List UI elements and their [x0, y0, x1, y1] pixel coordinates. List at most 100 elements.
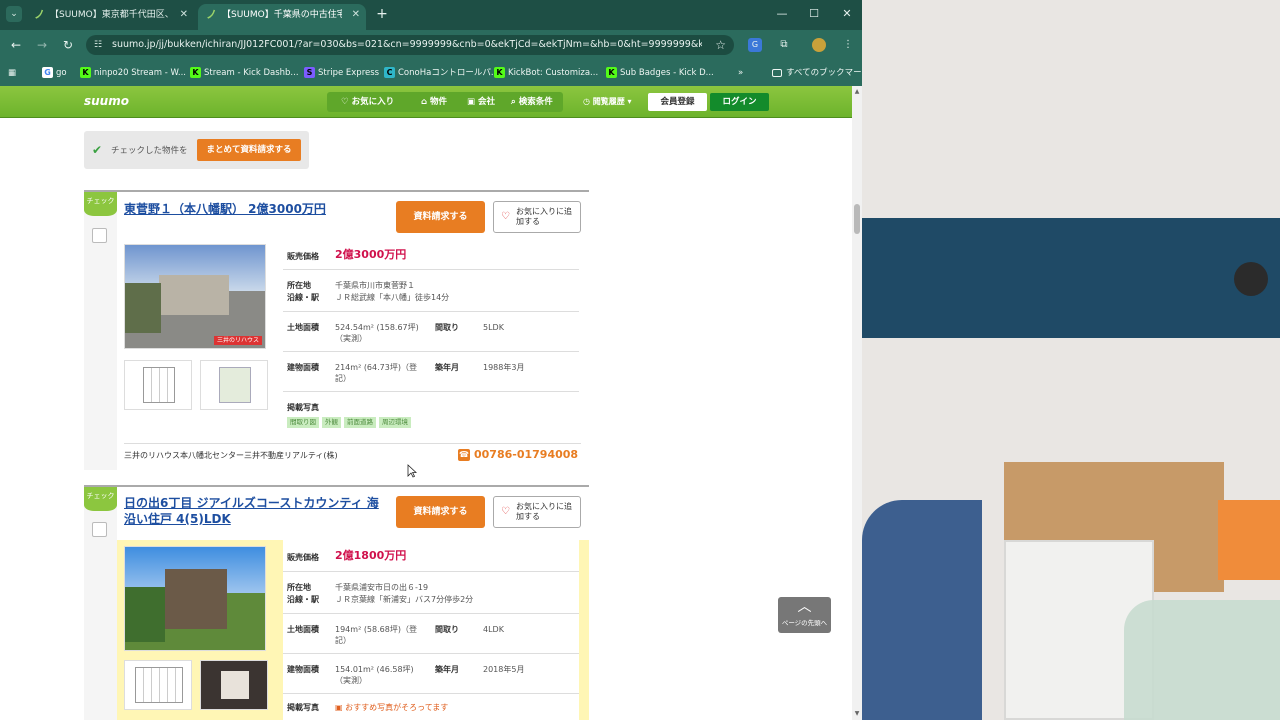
- location-value: 千葉県浦安市日の出６-19: [335, 583, 429, 592]
- extensions-icon[interactable]: ⧉: [776, 37, 792, 53]
- suumo-logo[interactable]: suumo: [84, 94, 129, 108]
- phone-icon: ☎: [458, 449, 470, 461]
- bookmarks-more-button[interactable]: »: [738, 66, 743, 80]
- all-bookmarks-folder[interactable]: すべてのブックマーク: [772, 66, 862, 80]
- site-info-icon[interactable]: ☷: [94, 38, 108, 52]
- nav-search-conditions[interactable]: ⌕ 検索条件: [511, 92, 553, 112]
- bookmark-item[interactable]: S Stripe Express: [304, 66, 379, 80]
- floorplan-thumbnail[interactable]: [124, 360, 192, 410]
- new-tab-button[interactable]: +: [374, 6, 390, 22]
- bookmark-label: Sub Badges - Kick D...: [620, 68, 714, 78]
- page-top-label: ページの先頭へ: [781, 619, 828, 627]
- bookmark-star-icon[interactable]: ☆: [715, 37, 726, 53]
- interior-thumbnail[interactable]: [200, 660, 268, 710]
- land-label: 土地面積: [287, 625, 319, 634]
- heart-icon: ♡: [501, 211, 510, 222]
- land-row: 土地面積 194m² (58.68坪)（登記） 間取り 4LDK: [283, 614, 579, 654]
- tab-1[interactable]: ノ 【SUUMO】東京都千代田区、東京 ✕: [26, 4, 194, 30]
- suumo-favicon-icon: ノ: [34, 8, 45, 21]
- header-nav: ♡ お気に入り ⌂ 物件 ▣ 会社 ⌕ 検索条件: [327, 92, 563, 112]
- bookmark-item[interactable]: Ggo: [42, 66, 67, 80]
- spec-table: 販売価格 2億1800万円 所在地 沿線・駅 千葉県浦安市日の出６-19 ＪＲ京…: [283, 540, 579, 720]
- reload-button[interactable]: ↻: [60, 37, 76, 53]
- map-thumbnail[interactable]: [200, 360, 268, 410]
- bookmark-item[interactable]: K Stream - Kick Dashb...: [190, 66, 299, 80]
- register-button[interactable]: 会員登録: [648, 93, 707, 111]
- close-window-button[interactable]: ✕: [839, 6, 855, 22]
- scroll-down-arrow-icon[interactable]: ▼: [853, 710, 861, 718]
- forward-button[interactable]: →: [34, 37, 50, 53]
- address-bar[interactable]: ☷ suumo.jp/jj/bukken/ichiran/JJ012FC001/…: [86, 35, 734, 55]
- request-info-button[interactable]: 資料請求する: [396, 496, 485, 528]
- login-button[interactable]: ログイン: [710, 93, 769, 111]
- price-row: 販売価格 2億3000万円: [283, 240, 579, 270]
- map-image: [219, 367, 251, 403]
- layout-label: 間取り: [435, 625, 459, 634]
- photo-house: [159, 275, 229, 315]
- heart-icon: ♡: [501, 506, 510, 517]
- nav-favorites[interactable]: ♡ お気に入り: [341, 92, 394, 112]
- agent-name[interactable]: 三井のリハウス本八幡北センター三井不動産リアルティ(株): [124, 450, 338, 461]
- scroll-up-arrow-icon[interactable]: ▲: [853, 88, 861, 96]
- minimize-button[interactable]: —: [774, 6, 790, 22]
- tab-search-button[interactable]: ⌄: [6, 6, 22, 22]
- photo-tags: 間取り図 外観 前面道路 周辺環境: [287, 416, 414, 428]
- listing-details: 販売価格 2億1800万円 所在地 沿線・駅 千葉県浦安市日の出６-19 ＪＲ京…: [117, 540, 589, 720]
- browser-window: ⌄ ノ 【SUUMO】東京都千代田区、東京 ✕ ノ 【SUUMO】千葉県の中古住…: [0, 0, 862, 720]
- nav-search-label: 検索条件: [518, 97, 553, 107]
- bookmark-item[interactable]: K Sub Badges - Kick D...: [606, 66, 714, 80]
- close-icon[interactable]: ✕: [180, 4, 188, 26]
- property-photo[interactable]: [124, 546, 266, 651]
- apps-grid-icon[interactable]: ▦: [8, 66, 16, 80]
- page-viewport: suumo ♡ お気に入り ⌂ 物件 ▣ 会社 ⌕ 検索条件 ◷ 閲覧履歴 ▾ …: [0, 86, 852, 720]
- listing-card: チェック 東菅野１（本八幡駅） 2億3000万円 資料請求する ♡ お気に入りに…: [84, 190, 589, 475]
- menu-icon[interactable]: ⋮: [840, 37, 856, 53]
- scroll-thumb[interactable]: [854, 204, 860, 234]
- request-info-button[interactable]: 資料請求する: [396, 201, 485, 233]
- price-label: 販売価格: [287, 252, 319, 261]
- profile-avatar[interactable]: [812, 38, 826, 52]
- floorplan-thumbnail[interactable]: [124, 660, 192, 710]
- land-row: 土地面積 524.54m² (158.67坪)（実測） 間取り 5LDK: [283, 312, 579, 352]
- chevron-down-icon: ▾: [624, 97, 632, 106]
- photo-tag: 周辺環境: [379, 417, 411, 428]
- property-photo[interactable]: 三井のリハウス: [124, 244, 266, 349]
- listing-title[interactable]: 日の出6丁目 ジアイルズコーストカウンティ 海沿い住戸 4(5)LDK: [124, 495, 384, 527]
- mouse-cursor-icon: [407, 464, 417, 478]
- add-favorite-button[interactable]: ♡ お気に入りに追加する: [493, 201, 581, 233]
- page-scrollbar[interactable]: ▲ ▼: [852, 86, 862, 720]
- heart-icon: ♡: [341, 97, 352, 107]
- location-row: 所在地 沿線・駅 千葉県浦安市日の出６-19 ＪＲ京葉線「新浦安」バス7分停歩2…: [283, 572, 579, 614]
- add-favorite-button[interactable]: ♡ お気に入りに追加する: [493, 496, 581, 528]
- agent-phone[interactable]: ☎ 00786-01794008: [458, 448, 578, 461]
- listing-title[interactable]: 東菅野１（本八幡駅） 2億3000万円: [124, 201, 384, 217]
- bookmark-favicon-icon: K: [190, 67, 201, 78]
- price-value: 2億1800万円: [335, 549, 407, 562]
- bookmark-favicon-icon: K: [80, 67, 91, 78]
- building-icon: ▣: [467, 97, 478, 107]
- bookmark-favicon-icon: K: [494, 67, 505, 78]
- listing-checkbox[interactable]: [92, 228, 107, 243]
- nav-companies[interactable]: ▣ 会社: [467, 92, 495, 112]
- history-menu[interactable]: ◷ 閲覧履歴 ▾: [583, 92, 632, 112]
- bookmark-item[interactable]: K KickBot: Customiza...: [494, 66, 598, 80]
- listing-checkbox[interactable]: [92, 522, 107, 537]
- batch-request-button[interactable]: まとめて資料請求する: [197, 139, 301, 161]
- photos-label: 掲載写真: [287, 403, 319, 412]
- translate-icon[interactable]: G: [748, 38, 762, 52]
- page-top-button[interactable]: ︿ ページの先頭へ: [778, 597, 831, 633]
- listing-details: 三井のリハウス 販売価格 2億3000万円 所在地 沿線・駅 千葉県市川市東菅野…: [117, 240, 589, 440]
- back-button[interactable]: ←: [8, 37, 24, 53]
- webcam-plastic-bag: [1124, 600, 1280, 720]
- layout-value: 5LDK: [483, 323, 504, 332]
- bookmark-item[interactable]: C ConoHaコントロールパ...: [384, 66, 499, 80]
- url-text[interactable]: suumo.jp/jj/bukken/ichiran/JJ012FC001/?a…: [112, 35, 702, 55]
- tab-2[interactable]: ノ 【SUUMO】千葉県の中古住宅・中 ✕: [198, 4, 366, 30]
- bookmark-favicon-icon: S: [304, 67, 315, 78]
- close-icon[interactable]: ✕: [352, 4, 360, 26]
- nav-properties[interactable]: ⌂ 物件: [421, 92, 447, 112]
- maximize-button[interactable]: ☐: [806, 6, 822, 22]
- building-label: 建物面積: [287, 665, 319, 674]
- bookmark-item[interactable]: Kninpo20 Stream - W...: [80, 66, 186, 80]
- photos-row: 掲載写真 間取り図 外観 前面道路 周辺環境: [283, 392, 579, 428]
